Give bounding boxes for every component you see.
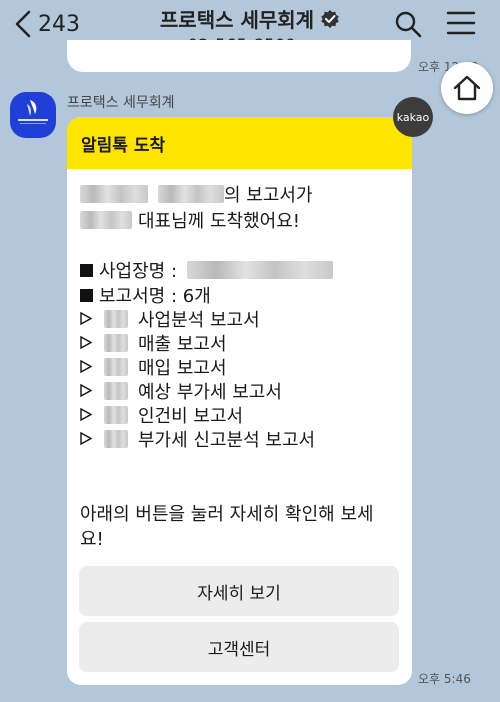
redacted-text	[104, 430, 128, 448]
notice-message-bubble: 알림톡 도착 의 보고서가 대표님께 도착했어요! 사업장명 : 보고서명 : …	[67, 117, 412, 685]
sender-name: 프로택스 세무회계	[67, 95, 175, 111]
message-line-2: 대표님께 도착했어요!	[80, 207, 300, 233]
report-item-label: 예상 부가세 보고서	[138, 382, 282, 403]
report-count-line: 보고서명 : 6개	[80, 282, 211, 308]
verified-icon	[321, 9, 339, 28]
report-item: 매입 보고서	[80, 354, 227, 380]
prompt-text-2: 요!	[80, 529, 104, 550]
notice-title: 알림톡 도착	[81, 135, 166, 156]
triangle-bullet-icon	[80, 405, 98, 426]
chat-title: 프로택스 세무회계	[159, 8, 315, 32]
report-item-label: 부가세 신고분석 보고서	[138, 430, 316, 451]
triangle-bullet-icon	[80, 333, 98, 354]
triangle-bullet-icon	[80, 309, 98, 330]
prompt-line-1: 아래의 버튼을 눌러 자세히 확인해 보세	[80, 500, 374, 526]
customer-center-button[interactable]: 고객센터	[79, 622, 399, 672]
home-icon	[453, 75, 481, 101]
home-button[interactable]	[441, 62, 493, 114]
menu-icon[interactable]	[446, 10, 476, 36]
prompt-text-1: 아래의 버튼을 눌러 자세히 확인해 보세	[80, 504, 374, 525]
report-item: 예상 부가세 보고서	[80, 378, 282, 404]
company-label: 사업장명 :	[99, 261, 178, 282]
redacted-text	[104, 406, 128, 424]
notice-header: 알림톡 도착	[67, 117, 412, 169]
redacted-text	[158, 185, 224, 203]
report-item-label: 사업분석 보고서	[138, 310, 260, 331]
redacted-text	[187, 261, 334, 279]
triangle-bullet-icon	[80, 381, 98, 402]
report-item-label: 인건비 보고서	[138, 406, 244, 427]
bullet-square-icon	[80, 288, 93, 302]
report-item: 부가세 신고분석 보고서	[80, 426, 315, 452]
redacted-text	[104, 310, 128, 328]
redacted-text	[104, 382, 128, 400]
bullet-square-icon	[80, 263, 93, 277]
triangle-bullet-icon	[80, 357, 98, 378]
company-logo	[18, 100, 48, 124]
redacted-text	[104, 334, 128, 352]
redacted-text	[80, 185, 148, 203]
previous-message-bubble	[67, 40, 411, 72]
line2-text: 대표님께 도착했어요!	[138, 211, 300, 232]
report-item: 사업분석 보고서	[80, 306, 260, 332]
prompt-line-2: 요!	[80, 525, 104, 551]
back-chevron-icon	[15, 10, 31, 38]
report-count-label: 보고서명 : 6개	[99, 286, 211, 307]
search-icon[interactable]	[394, 10, 422, 38]
redacted-text	[104, 358, 128, 376]
report-item: 매출 보고서	[80, 330, 227, 356]
triangle-bullet-icon	[80, 429, 98, 450]
line1-text: 의 보고서가	[224, 185, 313, 206]
unread-count: 243	[38, 11, 80, 37]
company-line: 사업장명 :	[80, 257, 334, 283]
report-item: 인건비 보고서	[80, 402, 243, 428]
redacted-text	[80, 211, 132, 229]
sender-avatar[interactable]	[10, 92, 56, 138]
back-button[interactable]: 243	[14, 8, 80, 40]
kakao-badge: kakao	[393, 97, 433, 137]
view-details-button[interactable]: 자세히 보기	[79, 566, 399, 616]
report-item-label: 매입 보고서	[138, 358, 227, 379]
report-item-label: 매출 보고서	[138, 334, 227, 355]
message-time: 오후 5:46	[418, 672, 471, 686]
message-line-1: 의 보고서가	[80, 181, 313, 207]
